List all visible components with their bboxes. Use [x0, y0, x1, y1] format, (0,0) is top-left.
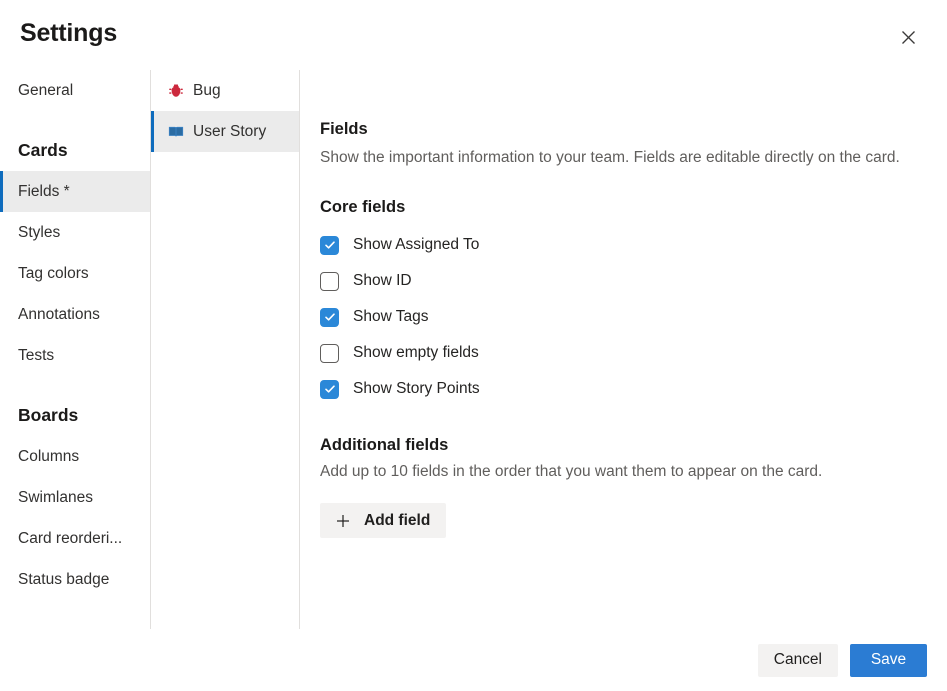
sidebar-item-annotations[interactable]: Annotations: [0, 294, 150, 335]
checkbox-indicator[interactable]: [320, 272, 339, 291]
sidebar-item-label: Status badge: [18, 571, 109, 589]
checkbox-label: Show Tags: [353, 308, 429, 326]
add-field-label: Add field: [364, 512, 430, 530]
sidebar-item-label: Swimlanes: [18, 489, 93, 507]
checkbox-label: Show Story Points: [353, 380, 480, 398]
sidebar-item-styles[interactable]: Styles: [0, 212, 150, 253]
sidebar-item-label: Styles: [18, 224, 60, 242]
sidebar-item-label: Tag colors: [18, 265, 89, 283]
dialog-header: Settings: [0, 0, 947, 70]
sidebar-item-tests[interactable]: Tests: [0, 335, 150, 376]
checkbox-indicator[interactable]: [320, 344, 339, 363]
checkbox-show-id[interactable]: Show ID: [320, 263, 927, 299]
sidebar-item-columns[interactable]: Columns: [0, 436, 150, 477]
add-field-button[interactable]: Add field: [320, 503, 446, 538]
sidebar-group-boards: Boards: [0, 390, 150, 430]
core-fields-heading: Core fields: [320, 198, 927, 217]
additional-fields-description: Add up to 10 fields in the order that yo…: [320, 463, 927, 481]
close-icon: [901, 30, 916, 45]
sidebar-item-fields[interactable]: Fields *: [0, 171, 150, 212]
sidebar-item-general[interactable]: General: [0, 70, 150, 111]
work-item-type-list: Bug User Story: [150, 70, 300, 629]
checkbox-show-empty-fields[interactable]: Show empty fields: [320, 335, 927, 371]
sidebar-item-label: Annotations: [18, 306, 100, 324]
bug-icon: [168, 83, 184, 99]
sidebar-group-cards: Cards: [0, 125, 150, 165]
sidebar-item-status-badge[interactable]: Status badge: [0, 559, 150, 600]
sidebar-item-card-reordering[interactable]: Card reorderi...: [0, 518, 150, 559]
sidebar-item-label: Card reorderi...: [18, 530, 122, 548]
work-item-type-label: Bug: [193, 82, 221, 100]
plus-icon: [336, 514, 350, 528]
checkbox-label: Show empty fields: [353, 344, 479, 362]
sidebar-item-label: Columns: [18, 448, 79, 466]
sidebar-group-label: Cards: [18, 140, 68, 161]
additional-fields-heading: Additional fields: [320, 436, 927, 455]
checkbox-show-tags[interactable]: Show Tags: [320, 299, 927, 335]
settings-sidebar: General Cards Fields * Styles Tag colors…: [0, 70, 150, 629]
fields-settings-panel: Fields Show the important information to…: [300, 70, 947, 629]
close-button[interactable]: [894, 23, 922, 51]
work-item-type-user-story[interactable]: User Story: [151, 111, 299, 152]
save-button[interactable]: Save: [850, 644, 927, 677]
sidebar-item-swimlanes[interactable]: Swimlanes: [0, 477, 150, 518]
page-title: Settings: [20, 19, 117, 48]
checkbox-show-story-points[interactable]: Show Story Points: [320, 371, 927, 407]
checkbox-indicator[interactable]: [320, 308, 339, 327]
checkbox-indicator[interactable]: [320, 380, 339, 399]
sidebar-item-tag-colors[interactable]: Tag colors: [0, 253, 150, 294]
settings-dialog: Settings General Cards Fields * Styles T…: [0, 0, 947, 691]
sidebar-item-label: Fields *: [18, 183, 70, 201]
book-icon: [168, 124, 184, 140]
cancel-button[interactable]: Cancel: [758, 644, 838, 677]
checkbox-indicator[interactable]: [320, 236, 339, 255]
checkbox-label: Show Assigned To: [353, 236, 479, 254]
checkbox-label: Show ID: [353, 272, 412, 290]
checkbox-show-assigned-to[interactable]: Show Assigned To: [320, 227, 927, 263]
dialog-footer: Cancel Save: [0, 629, 947, 691]
sidebar-group-label: Boards: [18, 405, 78, 426]
work-item-type-bug[interactable]: Bug: [151, 70, 299, 111]
sidebar-item-label: General: [18, 82, 73, 100]
fields-heading: Fields: [320, 120, 927, 139]
sidebar-item-label: Tests: [18, 347, 54, 365]
fields-description: Show the important information to your t…: [320, 147, 910, 169]
work-item-type-label: User Story: [193, 123, 266, 141]
